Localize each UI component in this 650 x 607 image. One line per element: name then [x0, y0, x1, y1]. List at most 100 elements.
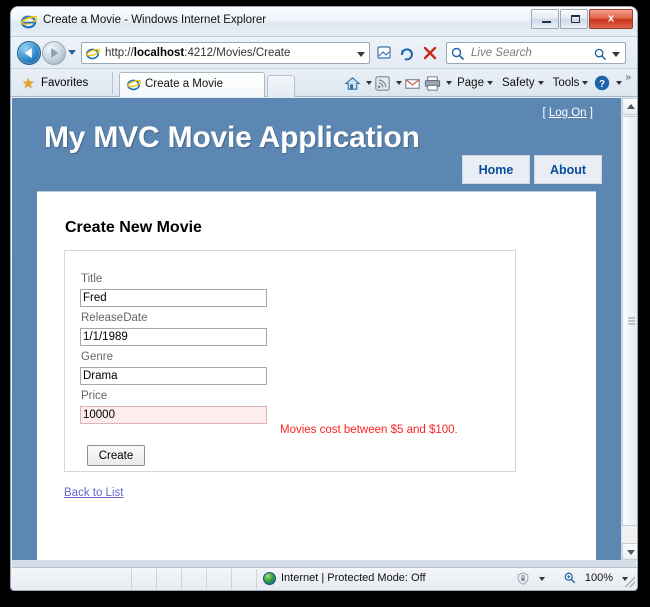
browser-tab[interactable]: Create a Movie	[119, 72, 265, 97]
create-button[interactable]: Create	[87, 445, 145, 466]
home-button[interactable]	[343, 74, 362, 93]
status-divider	[231, 569, 232, 589]
close-button[interactable]: x	[589, 9, 633, 29]
read-mail-button[interactable]	[403, 74, 422, 93]
safety-chevron-down-icon	[537, 80, 544, 85]
scroll-up-arrow-icon	[626, 103, 635, 109]
window-controls: x	[531, 9, 633, 29]
internet-explorer-icon	[20, 15, 37, 29]
input-title[interactable]	[80, 289, 267, 307]
help-chevron-down-icon[interactable]	[616, 81, 623, 85]
url-prefix: http://	[105, 47, 134, 59]
back-to-list-link[interactable]: Back to List	[64, 487, 123, 499]
main-content: Create New Movie Title ReleaseDate Genre…	[37, 191, 596, 560]
forward-button[interactable]	[42, 41, 66, 65]
close-icon: x	[607, 12, 615, 25]
menu-item-home[interactable]: Home	[462, 155, 530, 184]
vertical-scrollbar[interactable]	[621, 98, 637, 560]
minimize-button[interactable]	[531, 9, 559, 29]
create-movie-fieldset: Title ReleaseDate Genre Price Movies cos…	[64, 250, 516, 472]
page-menu[interactable]: Page	[453, 72, 497, 94]
menu-item-home-label: Home	[478, 162, 514, 177]
search-placeholder: Live Search	[471, 47, 532, 59]
toolbar-overflow-button[interactable]: »	[623, 72, 631, 83]
validation-message: Movies cost between $5 and $100.	[280, 424, 458, 436]
zoom-level[interactable]: 100%	[585, 572, 613, 584]
mail-icon	[405, 78, 420, 89]
protected-mode-chevron-down-icon[interactable]	[539, 577, 545, 581]
page-viewport: [ Log On ] My MVC Movie Application Home…	[12, 98, 637, 560]
printer-icon	[425, 75, 441, 91]
star-icon: ★	[22, 75, 35, 91]
safety-menu[interactable]: Safety	[498, 72, 548, 94]
status-divider	[131, 569, 132, 589]
safety-menu-label: Safety	[501, 77, 535, 89]
search-input[interactable]: Live Search	[446, 42, 626, 64]
tab-label: Create a Movie	[145, 78, 223, 90]
menu-item-about[interactable]: About	[534, 155, 602, 184]
search-dropdown-chevron-icon[interactable]	[612, 52, 620, 57]
logon-bracket-close: ]	[589, 107, 593, 119]
favorites-label: Favorites	[41, 77, 89, 89]
recent-pages-chevron-icon[interactable]	[68, 50, 76, 55]
scroll-down-button[interactable]	[622, 543, 637, 560]
forward-arrow-icon	[51, 48, 59, 58]
refresh-icon	[400, 48, 413, 61]
feeds-button[interactable]	[373, 74, 392, 93]
zoom-icon	[564, 572, 576, 584]
scrollbar-thumb[interactable]	[622, 116, 637, 526]
status-divider	[156, 569, 157, 589]
input-genre[interactable]	[80, 367, 267, 385]
status-divider	[181, 569, 182, 589]
toolbar-divider	[112, 72, 113, 94]
home-icon	[344, 76, 361, 90]
tools-chevron-down-icon	[582, 80, 589, 85]
page-title: Create New Movie	[65, 219, 202, 236]
home-chevron-down-icon[interactable]	[366, 81, 373, 85]
title-bar: Create a Movie - Windows Internet Explor…	[11, 7, 637, 37]
maximize-button[interactable]	[560, 9, 588, 29]
logon-area: [ Log On ]	[542, 107, 593, 119]
tools-menu-label: Tools	[552, 77, 580, 89]
search-go-icon[interactable]	[594, 48, 607, 61]
print-button[interactable]	[423, 74, 442, 93]
input-releasedate[interactable]	[80, 328, 267, 346]
resize-grip-icon[interactable]	[625, 577, 635, 587]
rss-icon	[375, 75, 390, 91]
stop-icon	[423, 46, 437, 60]
scroll-down-arrow-icon	[626, 549, 635, 555]
search-icon	[451, 47, 465, 61]
refresh-button[interactable]	[396, 42, 418, 64]
new-tab-button[interactable]	[267, 75, 295, 97]
security-zone-text: Internet | Protected Mode: Off	[281, 572, 426, 584]
menu-item-about-label: About	[549, 162, 587, 177]
input-price[interactable]	[80, 406, 267, 424]
favorites-button[interactable]: ★ Favorites	[19, 73, 96, 94]
address-text: http://localhost:4212/Movies/Create	[105, 47, 290, 59]
log-on-link[interactable]: Log On	[549, 107, 587, 119]
svg-text:?: ?	[599, 79, 605, 90]
tools-menu[interactable]: Tools	[549, 72, 593, 94]
scroll-up-button[interactable]	[622, 98, 637, 115]
compatibility-icon	[377, 46, 391, 59]
address-dropdown-chevron-icon[interactable]	[357, 52, 365, 57]
status-divider	[256, 569, 257, 589]
command-bar: Page Safety Tools ? »	[343, 72, 631, 94]
internet-zone-icon	[263, 572, 276, 585]
browser-window: Create a Movie - Windows Internet Explor…	[10, 6, 638, 591]
help-button[interactable]: ?	[593, 74, 612, 93]
feeds-chevron-down-icon[interactable]	[396, 81, 403, 85]
status-bar: Internet | Protected Mode: Off 100%	[12, 567, 637, 589]
protected-mode-icon[interactable]	[516, 572, 530, 585]
stop-button[interactable]	[419, 42, 441, 64]
logon-bracket-open: [	[542, 107, 546, 119]
back-button[interactable]	[17, 41, 41, 65]
compatibility-view-button[interactable]	[373, 42, 395, 64]
print-chevron-down-icon[interactable]	[446, 81, 453, 85]
page-chevron-down-icon	[486, 80, 493, 85]
page-menu-label: Page	[457, 77, 484, 89]
back-arrow-icon	[24, 48, 32, 58]
tab-internet-explorer-icon	[127, 79, 141, 91]
window-title: Create a Movie - Windows Internet Explor…	[43, 14, 267, 26]
address-input[interactable]: http://localhost:4212/Movies/Create	[81, 42, 370, 64]
